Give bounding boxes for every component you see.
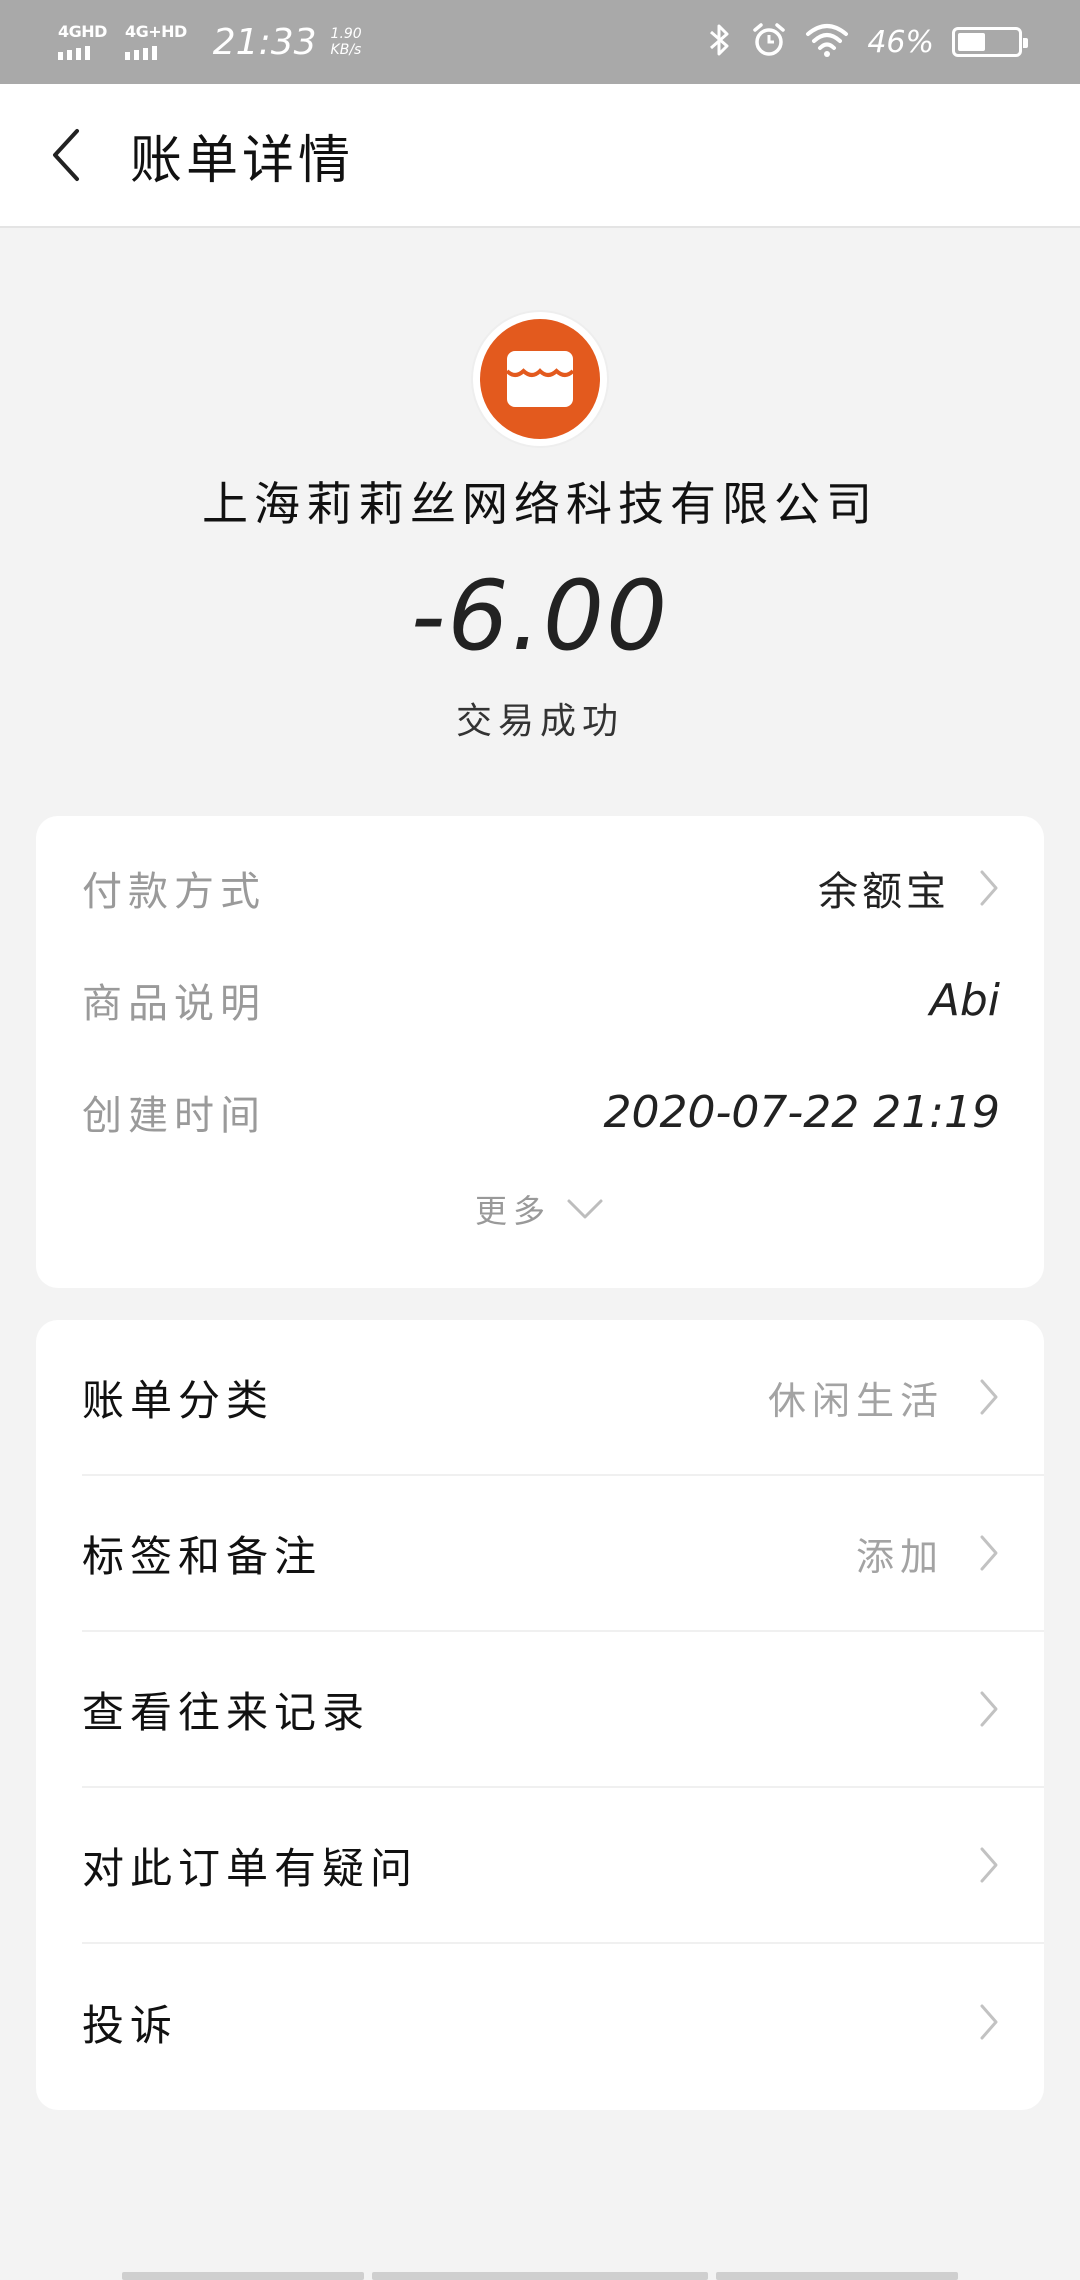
network-label-1: 4GHD xyxy=(58,22,107,41)
tags-notes-right: 添加 xyxy=(856,1526,1000,1581)
battery-icon xyxy=(952,27,1028,57)
merchant-logo xyxy=(473,312,607,446)
bill-category-row[interactable]: 账单分类 休闲生活 xyxy=(82,1320,1044,1476)
tags-notes-row[interactable]: 标签和备注 添加 xyxy=(82,1476,1044,1632)
page-title: 账单详情 xyxy=(130,130,355,191)
transaction-amount: -6.00 xyxy=(410,560,670,672)
bluetooth-icon xyxy=(707,22,733,62)
bill-category-value: 休闲生活 xyxy=(767,1378,944,1423)
transaction-history-right xyxy=(978,1689,1000,1729)
signal-bars-icon xyxy=(124,46,157,60)
tags-notes-label: 标签和备注 xyxy=(82,1531,323,1581)
tags-notes-value: 添加 xyxy=(855,1534,944,1579)
transaction-details-card: 付款方式 余额宝 商品说明 Abi 创建时间 2020-07-22 21:19 … xyxy=(36,816,1044,1288)
network-speed: 1.90 KB/s xyxy=(331,26,362,58)
chevron-down-icon xyxy=(567,1199,603,1219)
signal-1: 4GHD xyxy=(58,24,107,60)
complaint-row[interactable]: 投诉 xyxy=(82,1944,1044,2100)
clock: 21:33 xyxy=(212,21,317,63)
signal-2: 4G+HD xyxy=(124,22,187,60)
complaint-right xyxy=(978,2002,1000,2042)
chevron-right-icon xyxy=(980,1847,998,1883)
chevron-right-icon xyxy=(980,1535,998,1571)
transaction-status: 交易成功 xyxy=(455,701,624,742)
more-toggle[interactable]: 更多 xyxy=(36,1186,1044,1232)
more-label: 更多 xyxy=(474,1192,551,1230)
order-question-label: 对此订单有疑问 xyxy=(82,1843,419,1893)
payment-method-value-group: 余额宝 xyxy=(818,859,1000,917)
actions-card: 账单分类 休闲生活 标签和备注 添加 查看往来记录 对此订单有疑问 投诉 xyxy=(36,1320,1044,2110)
bill-category-label: 账单分类 xyxy=(82,1375,275,1425)
battery-percent: 46% xyxy=(867,24,934,60)
shop-icon xyxy=(505,351,575,407)
speed-value: 1.90 xyxy=(330,25,362,42)
network-label-2: 4G+HD xyxy=(124,22,187,41)
product-description-row: 商品说明 Abi xyxy=(82,970,1000,1030)
bottom-indicator xyxy=(0,2272,1080,2280)
back-button[interactable] xyxy=(0,83,130,227)
merchant-summary: 上海莉莉丝网络科技有限公司 -6.00 交易成功 xyxy=(0,300,1080,744)
chevron-right-icon xyxy=(980,870,998,906)
created-time-label: 创建时间 xyxy=(82,1093,266,1139)
complaint-label: 投诉 xyxy=(82,2000,179,2050)
product-description-value: Abi xyxy=(929,974,1000,1026)
order-question-row[interactable]: 对此订单有疑问 xyxy=(82,1788,1044,1944)
chevron-right-icon xyxy=(980,2004,998,2040)
product-description-label: 商品说明 xyxy=(82,981,266,1027)
chevron-left-icon xyxy=(53,129,79,181)
transaction-history-row[interactable]: 查看往来记录 xyxy=(82,1632,1044,1788)
merchant-name: 上海莉莉丝网络科技有限公司 xyxy=(202,477,878,531)
created-time-value: 2020-07-22 21:19 xyxy=(603,1086,1001,1138)
payment-method-label: 付款方式 xyxy=(82,869,266,915)
created-time-row: 创建时间 2020-07-22 21:19 xyxy=(82,1082,1000,1142)
alarm-icon xyxy=(751,22,787,62)
transaction-history-label: 查看往来记录 xyxy=(82,1687,371,1737)
speed-unit: KB/s xyxy=(330,42,362,58)
chevron-right-icon xyxy=(980,1379,998,1415)
chevron-right-icon xyxy=(980,1691,998,1727)
bill-category-right: 休闲生活 xyxy=(768,1370,1000,1425)
wifi-icon xyxy=(805,22,849,62)
app-header: 账单详情 xyxy=(0,84,1080,228)
payment-method-value: 余额宝 xyxy=(818,869,950,915)
order-question-right xyxy=(978,1845,1000,1885)
payment-method-row[interactable]: 付款方式 余额宝 xyxy=(82,858,1000,918)
signal-bars-icon xyxy=(58,46,90,60)
status-bar: 4GHD 4G+HD 21:33 1.90 KB/s 46% xyxy=(0,0,1080,84)
